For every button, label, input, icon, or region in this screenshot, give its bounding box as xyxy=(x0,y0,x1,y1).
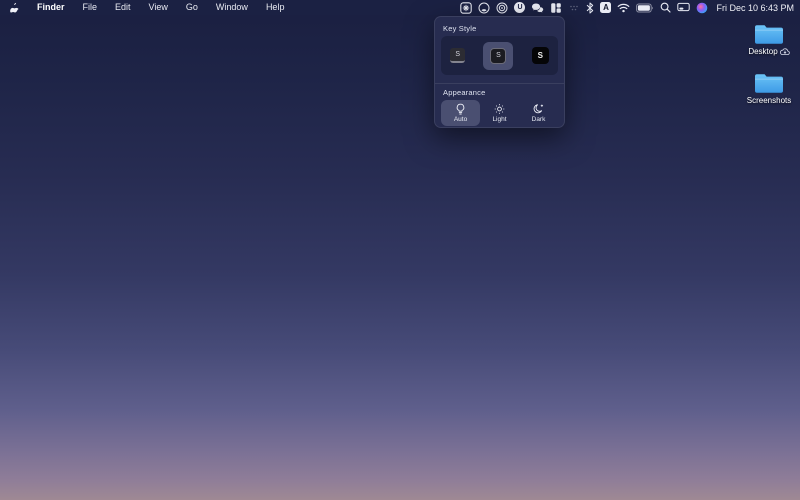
key-style-title: Key Style xyxy=(443,24,476,33)
menu-window[interactable]: Window xyxy=(207,0,257,15)
dimmed-grid-icon[interactable] xyxy=(568,0,580,15)
appearance-option-dark[interactable]: Dark xyxy=(519,100,558,126)
icloud-download-icon xyxy=(780,48,790,56)
menu-edit[interactable]: Edit xyxy=(106,0,140,15)
appearance-auto-label: Auto xyxy=(454,117,467,124)
asterisk-square-icon[interactable] xyxy=(460,0,472,15)
apple-logo-icon xyxy=(10,2,20,14)
desktop: Finder File Edit View Go Window Help xyxy=(0,0,800,500)
screenshots-folder-label: Screenshots xyxy=(747,97,791,106)
moon-icon xyxy=(533,103,544,115)
window-tiles-icon[interactable] xyxy=(550,0,562,15)
desktop-folder-desktop[interactable]: Desktop xyxy=(739,23,799,57)
chat-bubbles-icon[interactable] xyxy=(531,0,544,15)
keycap-outlined: S xyxy=(490,48,506,64)
key-style-options: S S S xyxy=(441,36,558,75)
battery-icon[interactable] xyxy=(636,0,654,15)
menu-finder[interactable]: Finder xyxy=(28,0,74,15)
siri-icon[interactable] xyxy=(696,0,708,15)
search-icon[interactable] xyxy=(660,0,671,15)
appearance-dark-label: Dark xyxy=(532,117,546,124)
menu-view[interactable]: View xyxy=(140,0,177,15)
popover-divider xyxy=(435,83,564,84)
key-style-option-outlined[interactable]: S xyxy=(483,42,513,70)
input-source-icon[interactable]: A xyxy=(600,2,611,13)
key-style-option-black[interactable]: S xyxy=(532,47,549,64)
menu-bar-status-area: U xyxy=(460,0,794,15)
key-style-popover: Key Style S S S Appearance Auto xyxy=(434,16,565,128)
sun-icon xyxy=(494,103,505,115)
speech-bubble-icon[interactable] xyxy=(478,0,490,15)
key-style-option-dark-raised[interactable]: S xyxy=(450,48,465,63)
folder-icon xyxy=(754,72,784,95)
appearance-light-label: Light xyxy=(492,117,506,124)
display-icon[interactable] xyxy=(677,0,690,15)
appearance-option-auto[interactable]: Auto xyxy=(441,100,480,126)
menu-bar: Finder File Edit View Go Window Help xyxy=(0,0,800,15)
menu-bar-clock[interactable]: Fri Dec 10 6:43 PM xyxy=(714,3,794,13)
desktop-folder-screenshots[interactable]: Screenshots xyxy=(739,72,799,106)
menu-file[interactable]: File xyxy=(74,0,107,15)
bluetooth-icon[interactable] xyxy=(586,0,594,15)
apple-menu[interactable] xyxy=(6,2,28,14)
desktop-folder-label: Desktop xyxy=(748,48,777,57)
appearance-title: Appearance xyxy=(443,88,485,97)
folder-icon xyxy=(754,23,784,46)
menu-bar-left: Finder File Edit View Go Window Help xyxy=(6,0,293,15)
lightbulb-icon xyxy=(455,103,466,115)
u-badge-icon[interactable]: U xyxy=(514,2,525,13)
menu-help[interactable]: Help xyxy=(257,0,294,15)
wifi-icon[interactable] xyxy=(617,0,630,15)
appearance-option-light[interactable]: Light xyxy=(480,100,519,126)
appearance-options: Auto Light xyxy=(441,100,558,126)
menu-go[interactable]: Go xyxy=(177,0,207,15)
concentric-circles-icon[interactable] xyxy=(496,0,508,15)
